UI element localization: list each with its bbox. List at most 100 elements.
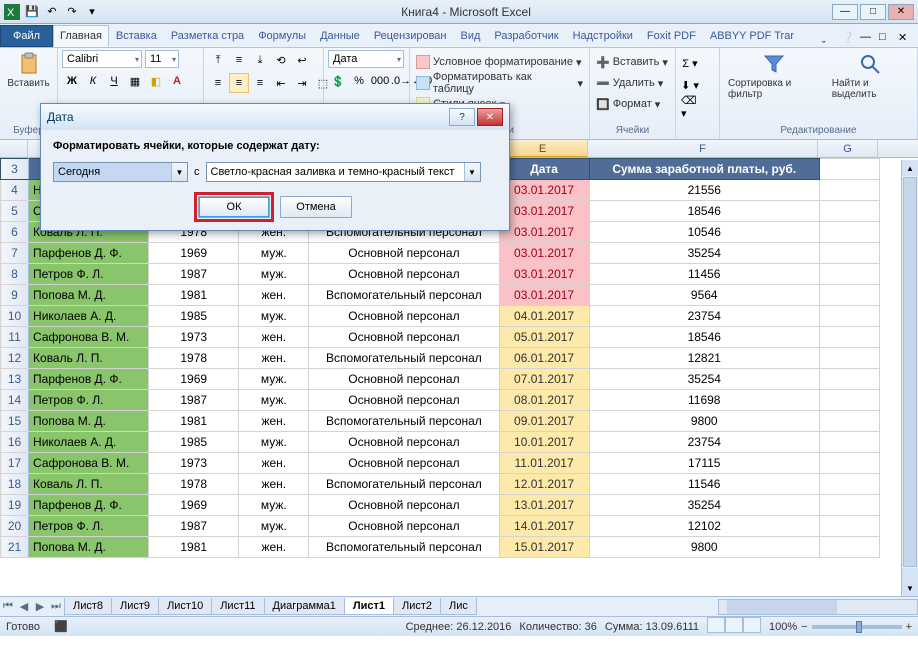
cell[interactable]: муж. [239,432,309,453]
cell[interactable]: 1985 [149,432,239,453]
cell[interactable]: Вспомогательный персонал [309,411,499,432]
maximize-button[interactable]: □ [860,4,886,20]
cell[interactable]: 1969 [149,369,239,390]
row-header[interactable]: 15 [1,411,29,432]
dialog-close-icon[interactable]: ✕ [477,108,503,126]
zoom-out-icon[interactable]: − [801,621,807,633]
cell[interactable]: Коваль Л. П. [29,348,149,369]
row-header[interactable]: 16 [1,432,29,453]
cell[interactable]: 10546 [589,222,819,243]
cell[interactable]: Попова М. Д. [29,537,149,558]
currency-icon[interactable]: 💲 [328,71,348,91]
sheet-tab-Диаграмма1[interactable]: Диаграмма1 [264,598,345,615]
cell[interactable]: муж. [239,369,309,390]
row-header[interactable]: 6 [1,222,29,243]
number-format-combo[interactable]: Дата [328,50,404,68]
cell[interactable] [819,516,879,537]
cell[interactable]: 1981 [149,285,239,306]
scroll-up-icon[interactable]: ▲ [902,160,918,176]
cell[interactable]: 03.01.2017 [499,285,589,306]
cell[interactable]: жен. [239,327,309,348]
file-tab[interactable]: Файл [0,25,53,47]
ribbon-tab-10[interactable]: ABBYY PDF Trar [703,25,801,47]
paste-button[interactable]: Вставить [4,50,53,91]
ribbon-tab-8[interactable]: Надстройки [566,25,640,47]
close-button[interactable]: ✕ [888,4,914,20]
cell[interactable]: жен. [239,474,309,495]
format-as-table-button[interactable]: Форматировать как таблицу ▾ [414,73,585,93]
indent-dec-icon[interactable]: ⇤ [271,73,291,93]
ribbon-tab-3[interactable]: Формулы [251,25,313,47]
ribbon-tab-9[interactable]: Foxit PDF [640,25,703,47]
cell[interactable]: 1987 [149,516,239,537]
align-bot-icon[interactable]: ⤓ [250,50,270,70]
row-header[interactable]: 14 [1,390,29,411]
cell[interactable]: Вспомогательный персонал [309,474,499,495]
row-header[interactable]: 8 [1,264,29,285]
sheet-nav-next-icon[interactable]: ▶ [32,598,48,616]
row-header[interactable]: 11 [1,327,29,348]
clear-icon[interactable]: ⌫ ▾ [680,97,700,117]
sheet-tab-Лист1[interactable]: Лист1 [344,598,394,615]
row-header[interactable]: 18 [1,474,29,495]
cell[interactable]: 9800 [589,537,819,558]
sort-filter-button[interactable]: Сортировка и фильтр [724,50,824,102]
cell[interactable]: 07.01.2017 [499,369,589,390]
border-icon[interactable]: ▦ [125,71,145,91]
cell[interactable]: Петров Ф. Л. [29,516,149,537]
align-top-icon[interactable]: ⤒ [208,50,228,70]
ribbon-tab-5[interactable]: Рецензирован [367,25,454,47]
cell[interactable]: Основной персонал [309,432,499,453]
fill-color-icon[interactable]: ◧ [146,71,166,91]
format-style-combo[interactable]: Светло-красная заливка и темно-красный т… [206,162,481,182]
comma-icon[interactable]: 000 [370,71,390,91]
cell[interactable]: Попова М. Д. [29,411,149,432]
cell[interactable]: Основной персонал [309,306,499,327]
italic-icon[interactable]: К [83,71,103,91]
cell[interactable]: 11546 [589,474,819,495]
cell[interactable]: 03.01.2017 [499,222,589,243]
cell[interactable]: 1978 [149,348,239,369]
zoom-slider[interactable] [812,625,902,629]
cell[interactable]: жен. [239,537,309,558]
cell[interactable]: 11.01.2017 [499,453,589,474]
cell[interactable]: Коваль Л. П. [29,474,149,495]
dialog-help-icon[interactable]: ? [449,108,475,126]
font-color-icon[interactable]: A [167,71,187,91]
cell[interactable]: 18546 [589,327,819,348]
ok-button[interactable]: ОК [198,196,270,218]
sheet-tab-Лист10[interactable]: Лист10 [158,598,212,615]
cell[interactable] [819,453,879,474]
cell[interactable]: 05.01.2017 [499,327,589,348]
help-icon[interactable]: ❔ [841,31,857,47]
cell[interactable] [819,306,879,327]
sheet-tab-Лист11[interactable]: Лист11 [211,598,264,615]
ribbon-tab-6[interactable]: Вид [454,25,488,47]
indent-inc-icon[interactable]: ⇥ [292,73,312,93]
cell[interactable] [819,243,879,264]
row-header[interactable]: 20 [1,516,29,537]
cell[interactable]: 15.01.2017 [499,537,589,558]
row-header[interactable]: 4 [1,180,29,201]
cell[interactable]: 17115 [589,453,819,474]
view-buttons[interactable] [707,617,761,636]
row-header[interactable]: 19 [1,495,29,516]
scroll-down-icon[interactable]: ▼ [902,580,918,596]
vertical-scrollbar[interactable]: ▲ ▼ [901,160,918,596]
align-mid-icon[interactable]: ≡ [229,50,249,70]
cell[interactable] [819,222,879,243]
cell[interactable]: Петров Ф. Л. [29,264,149,285]
cell[interactable]: жен. [239,348,309,369]
row-header[interactable]: 12 [1,348,29,369]
mdi-close-icon[interactable]: ✕ [898,31,914,47]
row-header[interactable]: 10 [1,306,29,327]
ribbon-tab-1[interactable]: Вставка [109,25,164,47]
percent-icon[interactable]: % [349,71,369,91]
cell[interactable]: 12102 [589,516,819,537]
date-condition-combo[interactable]: Сегодня▼ [53,162,188,182]
cell[interactable]: 1987 [149,264,239,285]
cell[interactable]: Основной персонал [309,369,499,390]
cell[interactable] [819,537,879,558]
ribbon-min-icon[interactable]: ˬ [822,31,838,47]
cell[interactable]: муж. [239,495,309,516]
